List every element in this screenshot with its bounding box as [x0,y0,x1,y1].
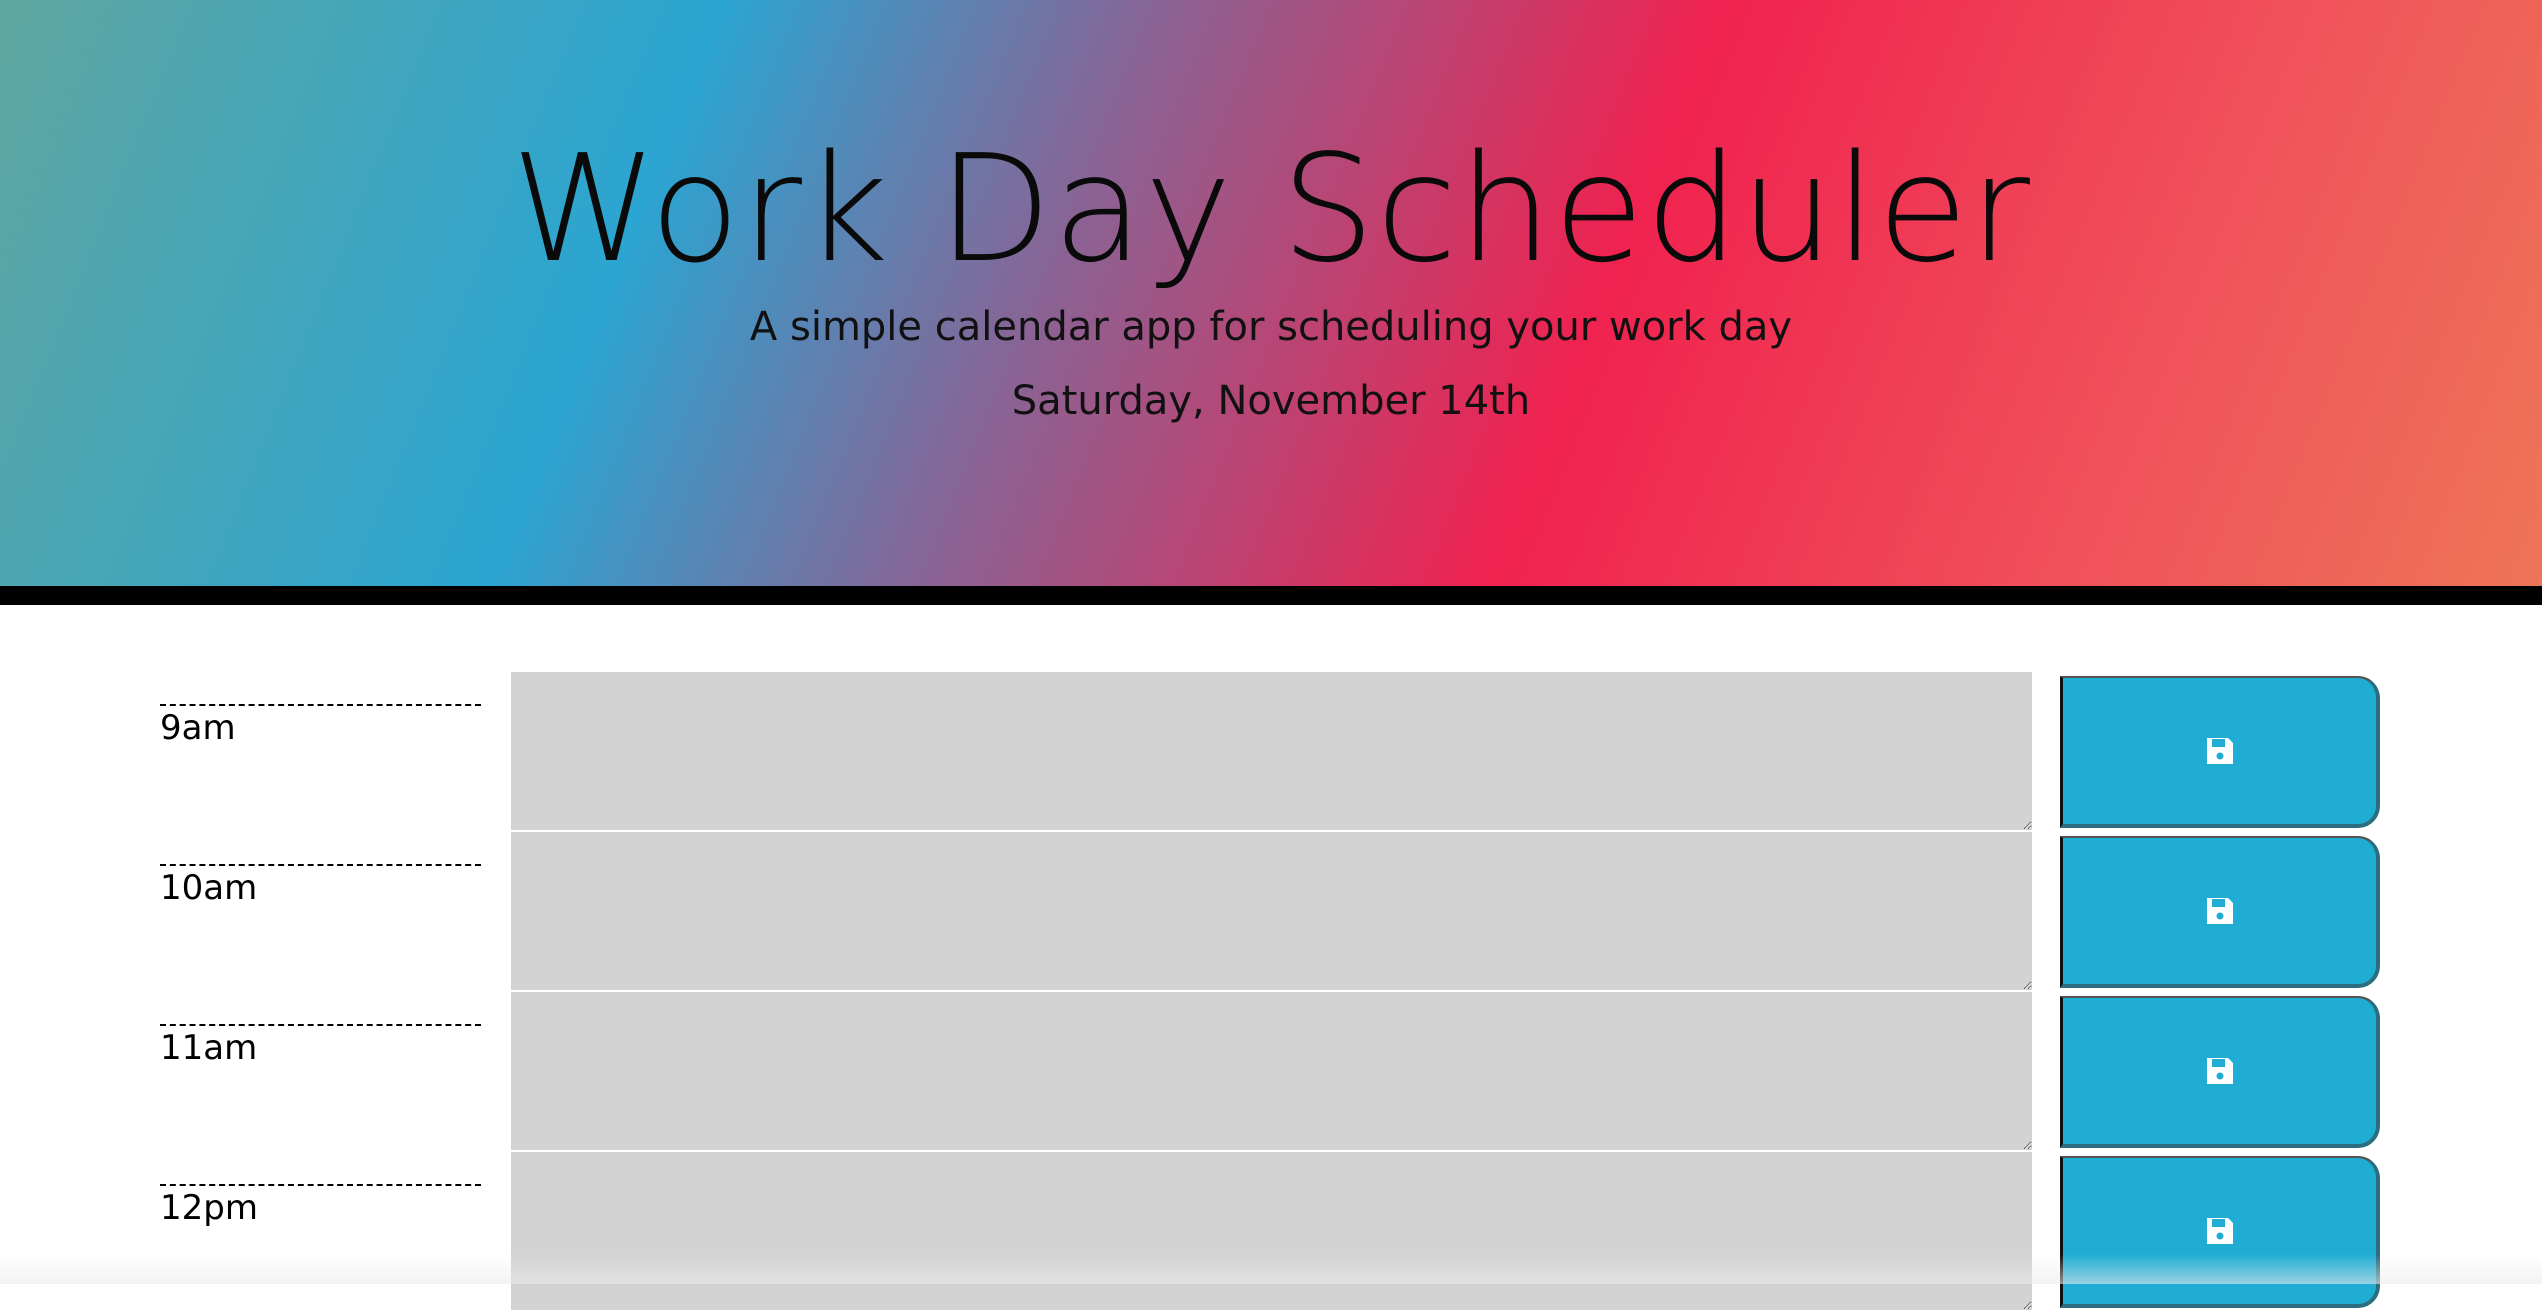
header-jumbotron: Work Day Scheduler A simple calendar app… [0,0,2542,605]
save-icon [2204,895,2236,927]
timeblock-row: 12pm [0,1152,2542,1312]
save-button[interactable] [2060,836,2380,988]
save-button[interactable] [2060,1156,2380,1308]
hour-label: 10am [160,864,481,984]
current-day: Saturday, November 14th [0,378,2542,424]
page-subtitle: A simple calendar app for scheduling you… [0,304,2542,350]
timeblock-row: 11am [0,992,2542,1152]
description-textarea[interactable] [511,992,2032,1150]
save-icon [2204,735,2236,767]
timeblock-row: 10am [0,832,2542,992]
hour-label: 11am [160,1024,481,1144]
description-textarea[interactable] [511,832,2032,990]
save-icon [2204,1055,2236,1087]
hour-label: 9am [160,704,481,824]
save-button[interactable] [2060,676,2380,828]
save-icon [2204,1215,2236,1247]
hour-label: 12pm [160,1184,481,1304]
timeblock-container: 9am 10am 11am [0,672,2542,1312]
timeblock-row: 9am [0,672,2542,832]
description-textarea[interactable] [511,672,2032,830]
description-textarea[interactable] [511,1152,2032,1310]
save-button[interactable] [2060,996,2380,1148]
page-title: Work Day Scheduler [0,128,2542,291]
